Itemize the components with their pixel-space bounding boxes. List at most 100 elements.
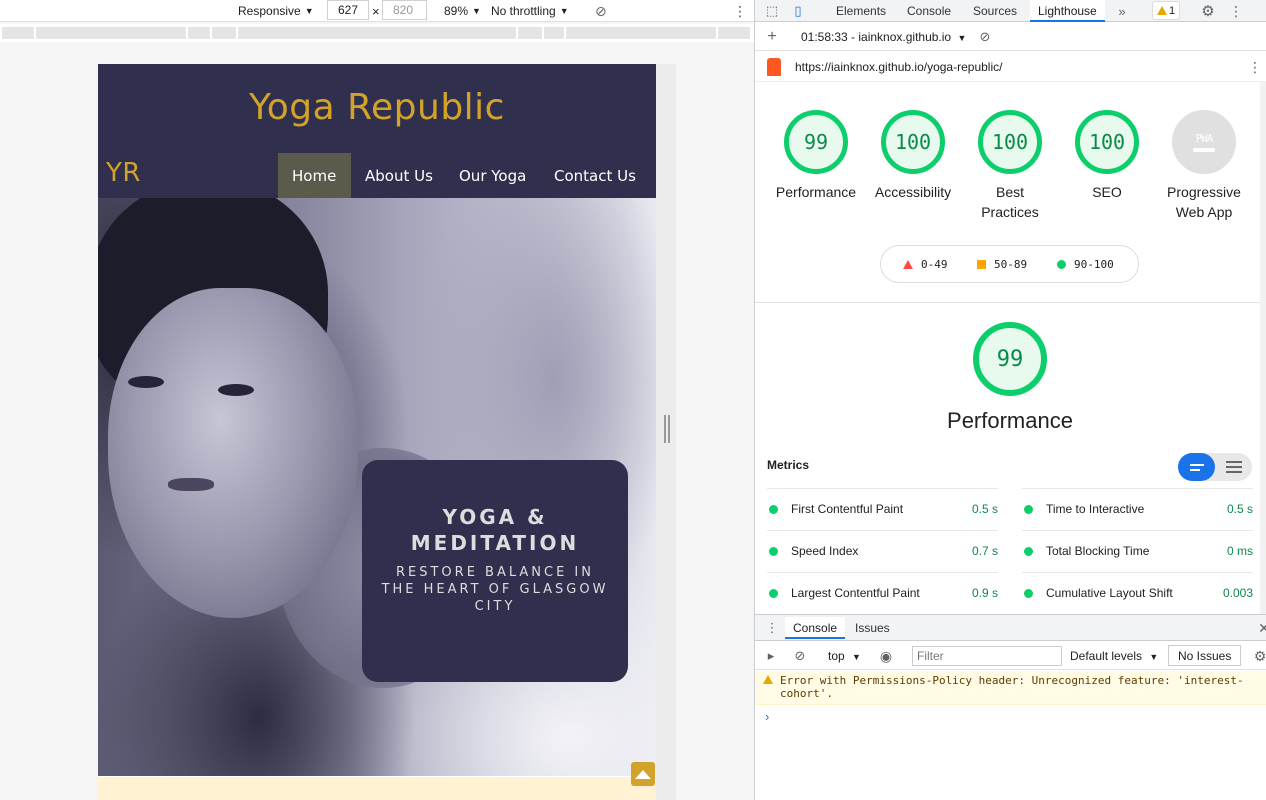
dimensions-select[interactable]: Responsive ▼ <box>238 0 314 22</box>
console-drawer: ⋮ Console Issues ✕ ▸ ⊘ top ▼ ◉ Filter De… <box>755 614 1266 800</box>
nav-link-label: About Us <box>365 166 433 185</box>
compact-view-icon[interactable] <box>1178 453 1215 481</box>
console-settings-gear-icon[interactable]: ⚙ <box>1251 647 1266 665</box>
warnings-badge[interactable]: 1 <box>1152 1 1181 20</box>
metric-speed-index[interactable]: Speed Index 0.7 s <box>767 530 998 572</box>
devtools-panel: ⬚ ▯ Elements Console Sources Lighthouse … <box>754 0 1266 800</box>
context-label: top <box>828 649 845 663</box>
tab-label: Elements <box>836 4 887 18</box>
more-tabs-icon[interactable]: » <box>1113 2 1131 20</box>
metrics-view-toggle[interactable] <box>1178 453 1252 481</box>
nav-link-home[interactable]: Home <box>278 153 351 198</box>
nav-link-label: Contact Us <box>554 166 636 185</box>
context-select[interactable]: top ▼ <box>828 649 861 663</box>
hero-cta-box: YOGA & MEDITATION RESTORE BALANCE IN THE… <box>362 460 628 682</box>
metric-first-contentful-paint[interactable]: First Contentful Paint 0.5 s <box>767 488 998 530</box>
score-value: 100 <box>1075 110 1139 174</box>
throttling-select[interactable]: No throttling ▼ <box>491 0 569 22</box>
score-scale-legend: 0-49 50-89 90-100 <box>880 245 1139 283</box>
device-toggle-icon[interactable]: ▯ <box>789 2 807 20</box>
pass-circle-icon <box>1024 505 1033 514</box>
tab-sources[interactable]: Sources <box>965 0 1025 22</box>
devtools-menu-icon[interactable]: ⋮ <box>1227 2 1245 20</box>
drawer-tab-issues[interactable]: Issues <box>847 617 898 639</box>
rotate-icon[interactable]: ⊘ <box>595 0 607 22</box>
lighthouse-report: 99 Performance 100 Accessibility 100 Bes… <box>755 82 1260 614</box>
report-menu-icon[interactable]: ⋮ <box>1246 58 1264 76</box>
clear-reports-icon[interactable]: ⊘ <box>976 28 994 46</box>
site-title: Yoga Republic <box>249 87 505 128</box>
tab-console[interactable]: Console <box>899 0 959 22</box>
audited-url[interactable]: https://iainknox.github.io/yoga-republic… <box>795 60 1002 74</box>
console-toolbar: ▸ ⊘ top ▼ ◉ Filter Default levels ▼ No I… <box>755 642 1266 670</box>
metric-largest-contentful-paint[interactable]: Largest Contentful Paint 0.9 s <box>767 572 998 614</box>
log-levels-select[interactable]: Default levels ▼ <box>1070 649 1158 663</box>
score-gauge-best-practices[interactable]: 100 Best Practices <box>962 110 1058 222</box>
expanded-view-icon[interactable] <box>1215 453 1252 481</box>
metric-cumulative-layout-shift[interactable]: Cumulative Layout Shift 0.003 <box>1022 572 1253 614</box>
nav-link-about[interactable]: About Us <box>351 153 447 198</box>
media-query-bar[interactable] <box>0 24 754 42</box>
hero-subheading: RESTORE BALANCE IN THE HEART OF GLASGOW … <box>381 565 609 614</box>
metric-value: 0.5 s <box>1226 502 1253 516</box>
legend-label: 90-100 <box>1074 258 1114 271</box>
metric-value: 0.9 s <box>971 586 998 600</box>
new-report-plus-icon[interactable]: + <box>763 28 781 46</box>
metric-value: 0 ms <box>1226 544 1253 558</box>
resize-handle[interactable] <box>664 415 670 443</box>
report-select[interactable]: 01:58:33 - iainknox.github.io ▼ <box>801 30 966 44</box>
legend-average: 50-89 <box>977 258 1027 271</box>
score-gauge-performance[interactable]: 99 Performance <box>768 110 864 202</box>
zoom-select[interactable]: 89% ▼ <box>444 0 481 22</box>
device-viewport-area: Responsive ▼ 627 × 820 89% ▼ No throttli… <box>0 0 754 800</box>
console-prompt-chevron-icon[interactable]: › <box>765 709 769 724</box>
console-warning-message[interactable]: Error with Permissions-Policy header: Un… <box>755 671 1266 705</box>
back-to-top-button[interactable] <box>631 762 655 786</box>
score-gauge-accessibility[interactable]: 100 Accessibility <box>865 110 961 202</box>
drawer-tab-console[interactable]: Console <box>785 617 846 639</box>
report-scrollbar[interactable] <box>1260 82 1266 614</box>
score-gauge-pwa[interactable]: PWA Progressive Web App <box>1156 110 1252 222</box>
clear-console-icon[interactable]: ⊘ <box>791 647 809 665</box>
drawer-tabbar: ⋮ Console Issues ✕ <box>755 615 1266 641</box>
tab-elements[interactable]: Elements <box>828 0 894 22</box>
throttling-label: No throttling <box>491 4 556 18</box>
site-logo[interactable]: YR <box>106 158 141 188</box>
inspect-element-icon[interactable]: ⬚ <box>763 2 781 20</box>
hero-heading: YOGA & MEDITATION <box>410 505 580 555</box>
pass-circle-icon <box>769 589 778 598</box>
close-drawer-icon[interactable]: ✕ <box>1255 619 1266 637</box>
metric-total-blocking-time[interactable]: Total Blocking Time 0 ms <box>1022 530 1253 572</box>
warning-icon <box>1157 6 1167 15</box>
hero-face-shape <box>108 288 358 618</box>
fail-triangle-icon <box>903 260 913 269</box>
issues-button[interactable]: No Issues <box>1168 645 1242 666</box>
more-options-icon[interactable]: ⋮ <box>733 0 747 22</box>
tab-label: Sources <box>973 4 1018 18</box>
score-label: SEO <box>1092 184 1122 200</box>
section-divider <box>755 302 1260 303</box>
tab-lighthouse[interactable]: Lighthouse <box>1030 0 1105 22</box>
sidebar-toggle-icon[interactable]: ▸ <box>762 647 780 665</box>
caret-down-icon: ▼ <box>472 6 481 16</box>
tab-label: Issues <box>855 621 890 635</box>
nav-link-contact[interactable]: Contact Us <box>540 153 650 198</box>
width-input[interactable]: 627 <box>327 0 369 20</box>
arrow-up-icon <box>635 769 651 779</box>
score-gauge-seo[interactable]: 100 SEO <box>1059 110 1155 202</box>
metric-time-to-interactive[interactable]: Time to Interactive 0.5 s <box>1022 488 1253 530</box>
nav-link-our-yoga[interactable]: Our Yoga <box>445 153 540 198</box>
console-filter-input[interactable]: Filter <box>912 646 1062 666</box>
hero-eye-left <box>128 376 164 388</box>
console-message-text: Error with Permissions-Policy header: Un… <box>780 674 1244 700</box>
height-input[interactable]: 820 <box>382 0 427 20</box>
settings-gear-icon[interactable]: ⚙ <box>1199 2 1217 20</box>
drawer-menu-icon[interactable]: ⋮ <box>763 619 781 637</box>
warning-count: 1 <box>1169 4 1176 17</box>
report-label: 01:58:33 - iainknox.github.io <box>801 30 952 44</box>
legend-label: 0-49 <box>921 258 948 271</box>
tab-label: Console <box>907 4 952 18</box>
hero-image: YOGA & MEDITATION RESTORE BALANCE IN THE… <box>98 198 656 776</box>
hero-mouth <box>168 478 214 491</box>
live-expression-eye-icon[interactable]: ◉ <box>877 647 895 665</box>
